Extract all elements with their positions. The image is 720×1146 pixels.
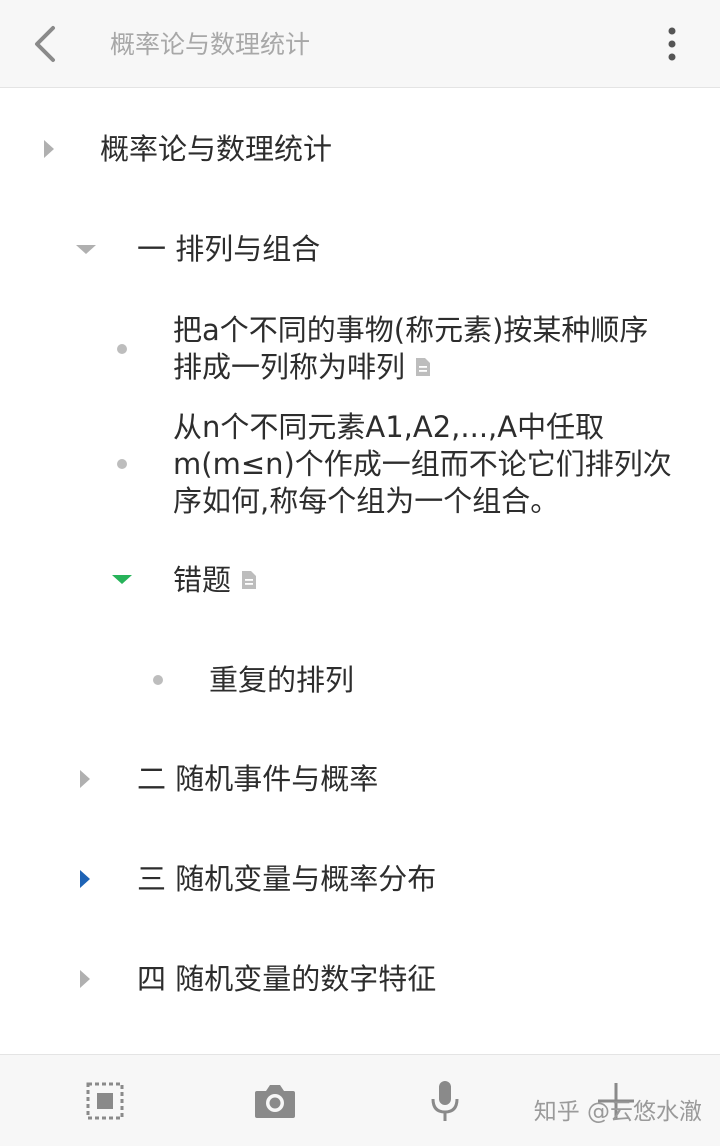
outline-editor-screen: 概率论与数理统计 概率论与数理统计 一 排列与组合 把a个不同的事物(称元素)按… [0, 0, 720, 1146]
outline-node-root[interactable]: 概率论与数理统计 [100, 131, 332, 168]
expand-toggle-section-3[interactable] [80, 870, 90, 888]
expand-toggle-section-2[interactable] [80, 770, 90, 788]
collapse-toggle-section-1[interactable] [76, 245, 96, 254]
outline-node-item-2[interactable]: 从n个不同元素A1,A2,...,A中任取 m(m≤n)个作成一组而不论它们排列… [173, 409, 672, 520]
expand-toggle-root[interactable] [44, 140, 54, 158]
outline-node-section-1[interactable]: 一 排列与组合 [137, 231, 320, 268]
note-icon[interactable] [241, 570, 257, 590]
more-options-button[interactable] [648, 20, 696, 68]
bottom-toolbar: 知乎 @云悠水澈 [0, 1054, 720, 1146]
microphone-icon [431, 1081, 459, 1121]
outline-node-item-1[interactable]: 把a个不同的事物(称元素)按某种顺序 排成一列称为啡列 [173, 312, 648, 386]
back-button[interactable] [18, 16, 74, 72]
outline-node-section-3[interactable]: 三 随机变量与概率分布 [137, 861, 436, 898]
item-2-line-2: m(m≤n)个作成一组而不论它们排列次 [173, 447, 672, 481]
bullet-item-1[interactable] [117, 344, 127, 354]
select-frame-icon [86, 1082, 124, 1120]
watermark: 知乎 @云悠水澈 [533, 1099, 702, 1125]
outline-node-section-4[interactable]: 四 随机变量的数字特征 [137, 961, 436, 998]
item-1-line-1: 把a个不同的事物(称元素)按某种顺序 [173, 313, 649, 347]
select-button[interactable] [81, 1077, 129, 1125]
voice-input-button[interactable] [421, 1077, 469, 1125]
note-icon[interactable] [415, 357, 431, 377]
item-1-line-2-text: 排成一列称为啡列 [173, 350, 406, 384]
wrong-title: 错题 [173, 563, 232, 597]
document-title: 概率论与数理统计 [110, 30, 311, 59]
chevron-left-icon [35, 26, 55, 62]
item-2-line-3: 序如何,称每个组为一个组合。 [173, 484, 560, 518]
outline-node-wrong-item-1[interactable]: 重复的排列 [209, 662, 354, 699]
outline-tree: 概率论与数理统计 一 排列与组合 把a个不同的事物(称元素)按某种顺序 排成一列… [0, 88, 720, 1054]
bullet-item-2[interactable] [117, 459, 127, 469]
camera-icon [255, 1085, 295, 1118]
collapse-toggle-wrong[interactable] [112, 575, 132, 584]
expand-toggle-section-4[interactable] [80, 970, 90, 988]
more-vertical-icon [668, 27, 676, 61]
outline-node-section-2[interactable]: 二 随机事件与概率 [137, 761, 378, 798]
item-1-line-2: 排成一列称为啡列 [173, 349, 648, 386]
outline-node-wrong[interactable]: 错题 [173, 562, 257, 599]
item-2-line-1: 从n个不同元素A1,A2,...,A中任取 [173, 410, 605, 444]
top-bar: 概率论与数理统计 [0, 0, 720, 88]
bullet-wrong-item-1[interactable] [153, 675, 163, 685]
camera-button[interactable] [251, 1077, 299, 1125]
